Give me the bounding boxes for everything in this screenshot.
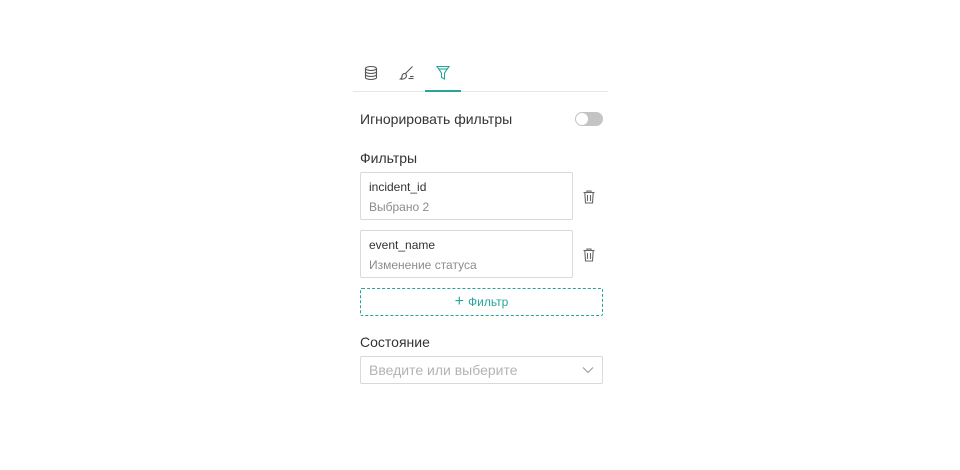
- state-title: Состояние: [360, 334, 430, 350]
- delete-filter-button[interactable]: [583, 248, 595, 262]
- database-icon: [364, 65, 378, 81]
- add-filter-button[interactable]: + Фильтр: [360, 288, 603, 316]
- filter-icon: [435, 65, 451, 80]
- tab-data[interactable]: [353, 55, 389, 91]
- state-select-placeholder: Введите или выберите: [369, 362, 518, 378]
- ignore-filters-row: Игнорировать фильтры: [360, 109, 603, 129]
- delete-filter-button[interactable]: [583, 190, 595, 204]
- tab-style[interactable]: [389, 55, 425, 91]
- toggle-knob: [576, 113, 588, 125]
- filter-value: Выбрано 2: [369, 200, 430, 214]
- filter-item-event-name[interactable]: event_name Изменение статуса: [360, 230, 573, 278]
- chevron-down-icon: [582, 366, 594, 374]
- brush-icon: [399, 66, 414, 80]
- filter-name: event_name: [369, 238, 436, 252]
- trash-icon: [583, 248, 595, 262]
- filter-name: incident_id: [369, 180, 427, 194]
- ignore-filters-toggle[interactable]: [575, 112, 603, 126]
- filter-value: Изменение статуса: [369, 258, 477, 272]
- ignore-filters-label: Игнорировать фильтры: [360, 111, 513, 127]
- filters-title: Фильтры: [360, 150, 418, 166]
- panel-tabs: [353, 55, 608, 92]
- add-filter-label: Фильтр: [468, 295, 509, 309]
- state-select[interactable]: Введите или выберите: [360, 356, 603, 384]
- settings-panel: Игнорировать фильтры Фильтры incident_id…: [353, 55, 608, 384]
- filter-item-incident-id[interactable]: incident_id Выбрано 2: [360, 172, 573, 220]
- trash-icon: [583, 190, 595, 204]
- plus-icon: +: [454, 293, 465, 310]
- tab-filters[interactable]: [425, 55, 461, 92]
